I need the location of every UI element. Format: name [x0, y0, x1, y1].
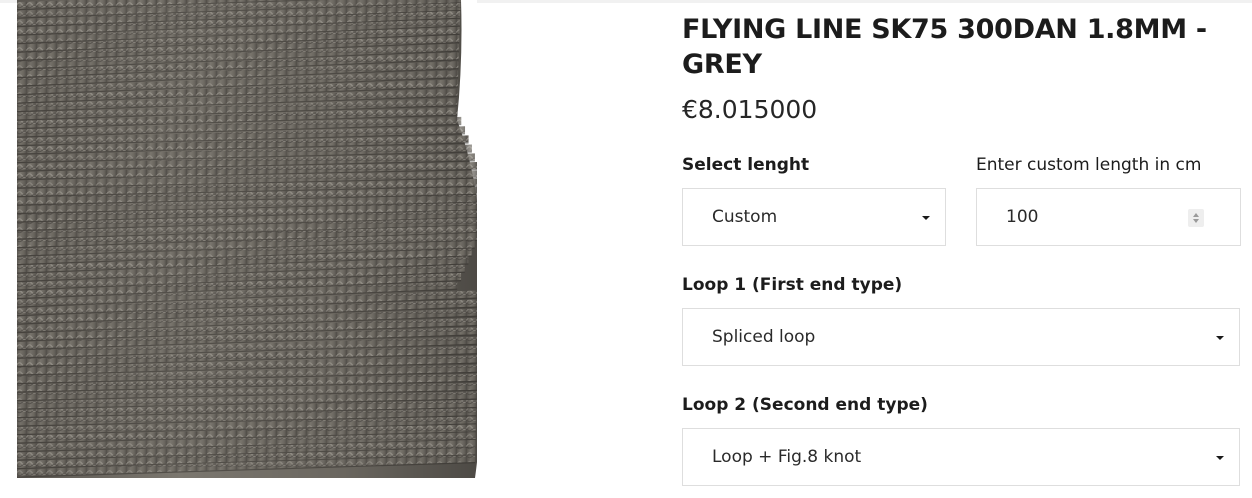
length-select-value: Custom: [712, 207, 778, 227]
stepper-up-icon[interactable]: [1193, 213, 1199, 217]
number-stepper-icon[interactable]: [1188, 209, 1204, 227]
product-price: €8.015000: [682, 95, 818, 124]
chevron-down-icon: [922, 216, 930, 220]
loop2-select[interactable]: Loop + Fig.8 knot: [682, 428, 1240, 486]
stepper-down-icon[interactable]: [1193, 219, 1199, 223]
loop1-select[interactable]: Spliced loop: [682, 308, 1240, 366]
rope-coil-image: [17, 0, 477, 478]
custom-length-input[interactable]: 100: [976, 188, 1241, 246]
length-select[interactable]: Custom: [682, 188, 946, 246]
product-title: FLYING LINE SK75 300DAN 1.8MM - GREY: [682, 14, 1207, 80]
loop2-select-value: Loop + Fig.8 knot: [712, 447, 862, 467]
loop1-label: Loop 1 (First end type): [682, 275, 903, 295]
custom-length-value: 100: [1006, 207, 1039, 227]
chevron-down-icon: [1216, 456, 1224, 460]
chevron-down-icon: [1216, 336, 1224, 340]
loop1-select-value: Spliced loop: [712, 327, 816, 347]
product-image[interactable]: [17, 0, 477, 478]
loop2-label: Loop 2 (Second end type): [682, 395, 928, 415]
custom-length-label: Enter custom length in cm: [976, 155, 1202, 175]
length-select-label: Select lenght: [682, 155, 810, 175]
